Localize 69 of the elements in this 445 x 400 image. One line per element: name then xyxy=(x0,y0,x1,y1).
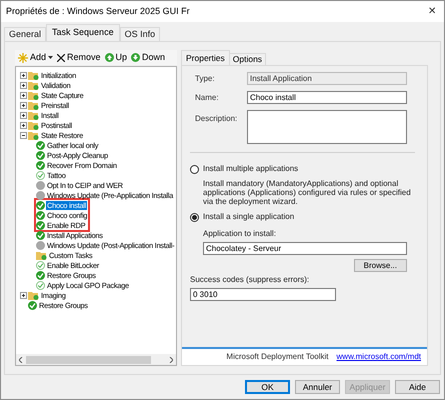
horizontal-scrollbar[interactable] xyxy=(16,354,176,365)
disabled-step-icon xyxy=(36,240,45,250)
dialog-button[interactable]: Annuler xyxy=(295,380,340,394)
check-icon xyxy=(36,150,45,160)
up-button[interactable]: Up xyxy=(104,53,128,62)
tab[interactable]: Properties xyxy=(181,50,230,65)
dialog-button[interactable]: Aide xyxy=(395,380,440,394)
down-button[interactable]: Down xyxy=(131,53,166,62)
window-title: Propriétés de : Windows Serveur 2025 GUI Fr xyxy=(6,4,190,18)
check-icon xyxy=(28,300,37,310)
type-field[interactable]: Install Application xyxy=(247,72,407,85)
up-arrow-icon xyxy=(104,53,114,62)
close-icon xyxy=(57,54,66,62)
dialog-button[interactable]: OK xyxy=(245,380,290,394)
check-icon xyxy=(36,280,45,290)
close-button[interactable]: ✕ xyxy=(425,4,439,19)
check-icon xyxy=(36,140,45,150)
folder-icon xyxy=(28,110,39,120)
folder-icon xyxy=(28,80,39,90)
remove-button[interactable]: Remove xyxy=(57,53,101,62)
folder-icon xyxy=(28,130,39,140)
tab[interactable]: Task Sequence xyxy=(46,24,120,41)
field-label: Application to install: xyxy=(203,228,277,240)
option-label[interactable]: Install a single application xyxy=(203,211,294,223)
plus-icon[interactable] xyxy=(20,82,26,88)
tab[interactable]: General xyxy=(4,27,46,41)
scroll-left-icon[interactable] xyxy=(19,356,23,362)
folder-icon xyxy=(28,290,39,300)
scrollbar-thumb[interactable] xyxy=(26,356,151,364)
browse-button[interactable]: Browse... xyxy=(354,259,407,272)
check-icon xyxy=(36,200,45,210)
folder-icon xyxy=(28,120,39,130)
check-icon xyxy=(36,230,45,240)
field-label: Success codes (suppress errors): xyxy=(190,274,310,286)
check-icon xyxy=(36,160,45,170)
radio-button[interactable] xyxy=(190,212,199,222)
description-field[interactable] xyxy=(247,110,407,144)
check-icon xyxy=(36,260,45,270)
plus-icon[interactable] xyxy=(20,292,26,298)
scroll-right-icon[interactable] xyxy=(169,356,173,362)
minus-icon[interactable] xyxy=(20,132,26,138)
plus-icon[interactable] xyxy=(20,92,26,98)
folder-icon xyxy=(28,100,39,110)
plus-icon[interactable] xyxy=(20,122,26,128)
success-codes-field[interactable]: 0 3010 xyxy=(190,288,336,301)
field-label: Name: xyxy=(195,92,220,104)
folder-icon xyxy=(28,70,39,80)
plus-icon[interactable] xyxy=(20,72,26,78)
check-icon xyxy=(36,170,45,180)
field-label: Description: xyxy=(195,113,238,125)
footer-link[interactable]: www.microsoft.com/mdt xyxy=(336,351,421,363)
check-icon xyxy=(36,220,45,230)
option-description: Install mandatory (MandatoryApplications) and optional applications (Applications) configured via rules or specified via the deployment wizard. xyxy=(203,179,411,206)
radio-button[interactable] xyxy=(190,164,199,174)
plus-icon[interactable] xyxy=(20,112,26,118)
application-field[interactable]: Chocolatey - Serveur xyxy=(203,242,407,255)
field-label: Type: xyxy=(195,72,216,84)
folder-icon xyxy=(36,250,47,260)
folder-icon xyxy=(28,90,39,100)
add-button[interactable]: Add xyxy=(18,52,54,62)
plus-icon[interactable] xyxy=(20,102,26,108)
check-icon xyxy=(36,210,45,220)
name-field[interactable]: Choco install xyxy=(247,91,407,104)
check-icon xyxy=(36,270,45,280)
option-label[interactable]: Install multiple applications xyxy=(203,163,298,175)
footer-text: Microsoft Deployment Toolkit xyxy=(226,351,329,363)
down-arrow-icon xyxy=(131,53,140,62)
sparkle-icon xyxy=(18,52,28,62)
tab[interactable]: OS Info xyxy=(120,27,160,41)
